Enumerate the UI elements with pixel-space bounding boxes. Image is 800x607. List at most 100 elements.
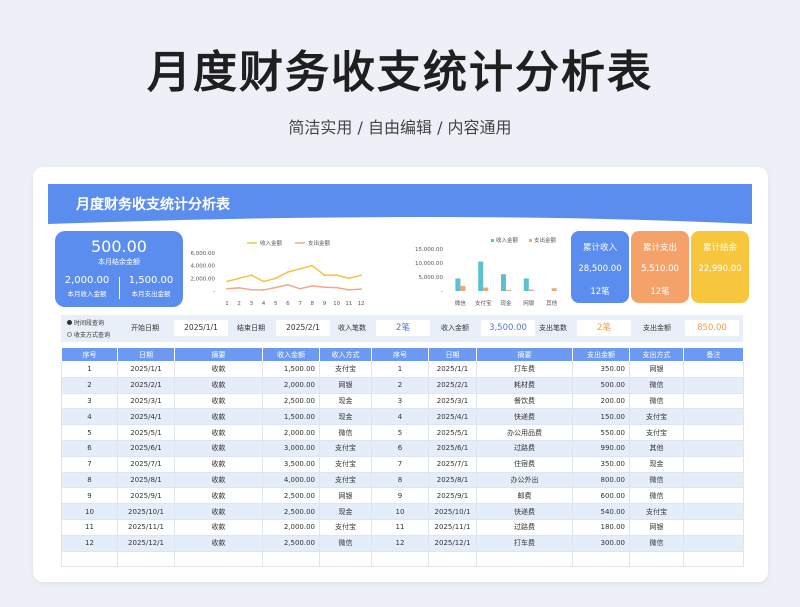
table-cell[interactable]: 2,000.00 xyxy=(262,424,320,441)
table-cell[interactable]: 支付宝 xyxy=(319,518,372,536)
table-cell[interactable] xyxy=(371,550,429,568)
table-cell[interactable]: 支付宝 xyxy=(629,408,684,426)
table-cell[interactable]: 2025/12/1 xyxy=(117,534,175,552)
table-cell[interactable]: 现金 xyxy=(319,392,372,410)
table-cell[interactable]: 支付宝 xyxy=(629,424,684,441)
table-cell[interactable]: 微信 xyxy=(629,392,684,410)
table-cell[interactable]: 350.00 xyxy=(572,361,630,378)
table-cell[interactable] xyxy=(683,487,744,505)
table-cell[interactable]: 1,500.00 xyxy=(262,408,320,426)
table-cell[interactable]: 150.00 xyxy=(572,408,630,426)
table-cell[interactable] xyxy=(683,408,744,426)
table-cell[interactable]: 2,500.00 xyxy=(262,487,320,505)
table-cell[interactable]: 2025/2/1 xyxy=(428,376,477,394)
table-cell[interactable]: 2025/6/1 xyxy=(117,439,175,457)
table-cell[interactable]: 2,000.00 xyxy=(262,376,320,394)
table-cell[interactable]: 12 xyxy=(61,534,118,552)
table-cell[interactable]: 350.00 xyxy=(572,455,630,473)
table-cell[interactable]: 收款 xyxy=(174,361,263,378)
table-cell[interactable]: 2 xyxy=(371,376,429,394)
table-cell[interactable]: 200.00 xyxy=(572,392,630,410)
table-cell[interactable]: 990.00 xyxy=(572,439,630,457)
table-cell[interactable]: 收款 xyxy=(174,424,263,441)
table-cell[interactable]: 2025/11/1 xyxy=(428,518,477,536)
table-cell[interactable] xyxy=(683,471,744,489)
table-cell[interactable]: 11 xyxy=(61,518,118,536)
table-cell[interactable]: 600.00 xyxy=(572,487,630,505)
table-cell[interactable]: 2025/10/1 xyxy=(117,503,175,520)
table-cell[interactable]: 300.00 xyxy=(572,534,630,552)
table-cell[interactable]: 2025/6/1 xyxy=(428,439,477,457)
table-cell[interactable]: 收款 xyxy=(174,376,263,394)
table-cell[interactable]: 其他 xyxy=(629,439,684,457)
table-cell[interactable] xyxy=(683,424,744,441)
table-cell[interactable] xyxy=(683,518,744,536)
table-cell[interactable]: 540.00 xyxy=(572,503,630,520)
table-cell[interactable]: 2,000.00 xyxy=(262,518,320,536)
table-cell[interactable]: 2025/9/1 xyxy=(428,487,477,505)
table-cell[interactable]: 收款 xyxy=(174,518,263,536)
table-cell[interactable]: 4 xyxy=(371,408,429,426)
table-cell[interactable]: 快递费 xyxy=(476,503,573,520)
table-cell[interactable]: 1,500.00 xyxy=(262,361,320,378)
table-cell[interactable] xyxy=(262,550,320,568)
table-cell[interactable]: 支付宝 xyxy=(319,455,372,473)
table-cell[interactable] xyxy=(629,550,684,568)
table-cell[interactable] xyxy=(428,550,477,568)
table-cell[interactable]: 2025/4/1 xyxy=(117,408,175,426)
table-cell[interactable]: 现金 xyxy=(319,503,372,520)
table-cell[interactable]: 收款 xyxy=(174,408,263,426)
table-cell[interactable]: 10 xyxy=(371,503,429,520)
table-cell[interactable]: 3 xyxy=(371,392,429,410)
table-cell[interactable]: 9 xyxy=(61,487,118,505)
table-cell[interactable]: 网银 xyxy=(629,518,684,536)
table-cell[interactable]: 2025/2/1 xyxy=(117,376,175,394)
table-cell[interactable]: 耗材费 xyxy=(476,376,573,394)
table-cell[interactable]: 2 xyxy=(61,376,118,394)
table-cell[interactable]: 3,500.00 xyxy=(262,455,320,473)
table-cell[interactable]: 2,500.00 xyxy=(262,392,320,410)
table-cell[interactable]: 2025/11/1 xyxy=(117,518,175,536)
table-cell[interactable]: 收款 xyxy=(174,455,263,473)
table-cell[interactable]: 住宿费 xyxy=(476,455,573,473)
table-cell[interactable]: 5 xyxy=(61,424,118,441)
table-cell[interactable]: 现金 xyxy=(629,455,684,473)
table-cell[interactable]: 2025/5/1 xyxy=(428,424,477,441)
table-cell[interactable]: 收款 xyxy=(174,471,263,489)
table-cell[interactable]: 11 xyxy=(371,518,429,536)
table-cell[interactable]: 6 xyxy=(371,439,429,457)
table-cell[interactable]: 支付宝 xyxy=(629,503,684,520)
table-cell[interactable]: 2025/3/1 xyxy=(117,392,175,410)
table-cell[interactable]: 过路费 xyxy=(476,518,573,536)
table-cell[interactable]: 2025/8/1 xyxy=(117,471,175,489)
table-cell[interactable]: 2,500.00 xyxy=(262,503,320,520)
table-cell[interactable]: 收款 xyxy=(174,503,263,520)
table-cell[interactable]: 打车费 xyxy=(476,534,573,552)
table-cell[interactable] xyxy=(683,534,744,552)
table-cell[interactable]: 180.00 xyxy=(572,518,630,536)
table-cell[interactable]: 2025/1/1 xyxy=(428,361,477,378)
table-cell[interactable] xyxy=(683,376,744,394)
table-cell[interactable]: 2025/5/1 xyxy=(117,424,175,441)
table-cell[interactable]: 550.00 xyxy=(572,424,630,441)
table-cell[interactable]: 快递费 xyxy=(476,408,573,426)
table-cell[interactable]: 500.00 xyxy=(572,376,630,394)
table-cell[interactable]: 过路费 xyxy=(476,439,573,457)
table-cell[interactable]: 2025/4/1 xyxy=(428,408,477,426)
table-cell[interactable]: 9 xyxy=(371,487,429,505)
table-cell[interactable]: 收款 xyxy=(174,439,263,457)
table-cell[interactable]: 收款 xyxy=(174,534,263,552)
table-cell[interactable]: 收款 xyxy=(174,487,263,505)
table-cell[interactable] xyxy=(117,550,175,568)
table-cell[interactable]: 2025/10/1 xyxy=(428,503,477,520)
table-cell[interactable]: 2025/7/1 xyxy=(428,455,477,473)
table-cell[interactable]: 微信 xyxy=(629,376,684,394)
table-cell[interactable]: 2,500.00 xyxy=(262,534,320,552)
table-cell[interactable]: 2025/3/1 xyxy=(428,392,477,410)
table-cell[interactable]: 12 xyxy=(371,534,429,552)
table-cell[interactable] xyxy=(319,550,372,568)
table-cell[interactable]: 餐饮费 xyxy=(476,392,573,410)
table-cell[interactable]: 打车费 xyxy=(476,361,573,378)
table-cell[interactable] xyxy=(683,503,744,520)
radio-time-range[interactable]: 时间段查询 xyxy=(67,318,104,327)
